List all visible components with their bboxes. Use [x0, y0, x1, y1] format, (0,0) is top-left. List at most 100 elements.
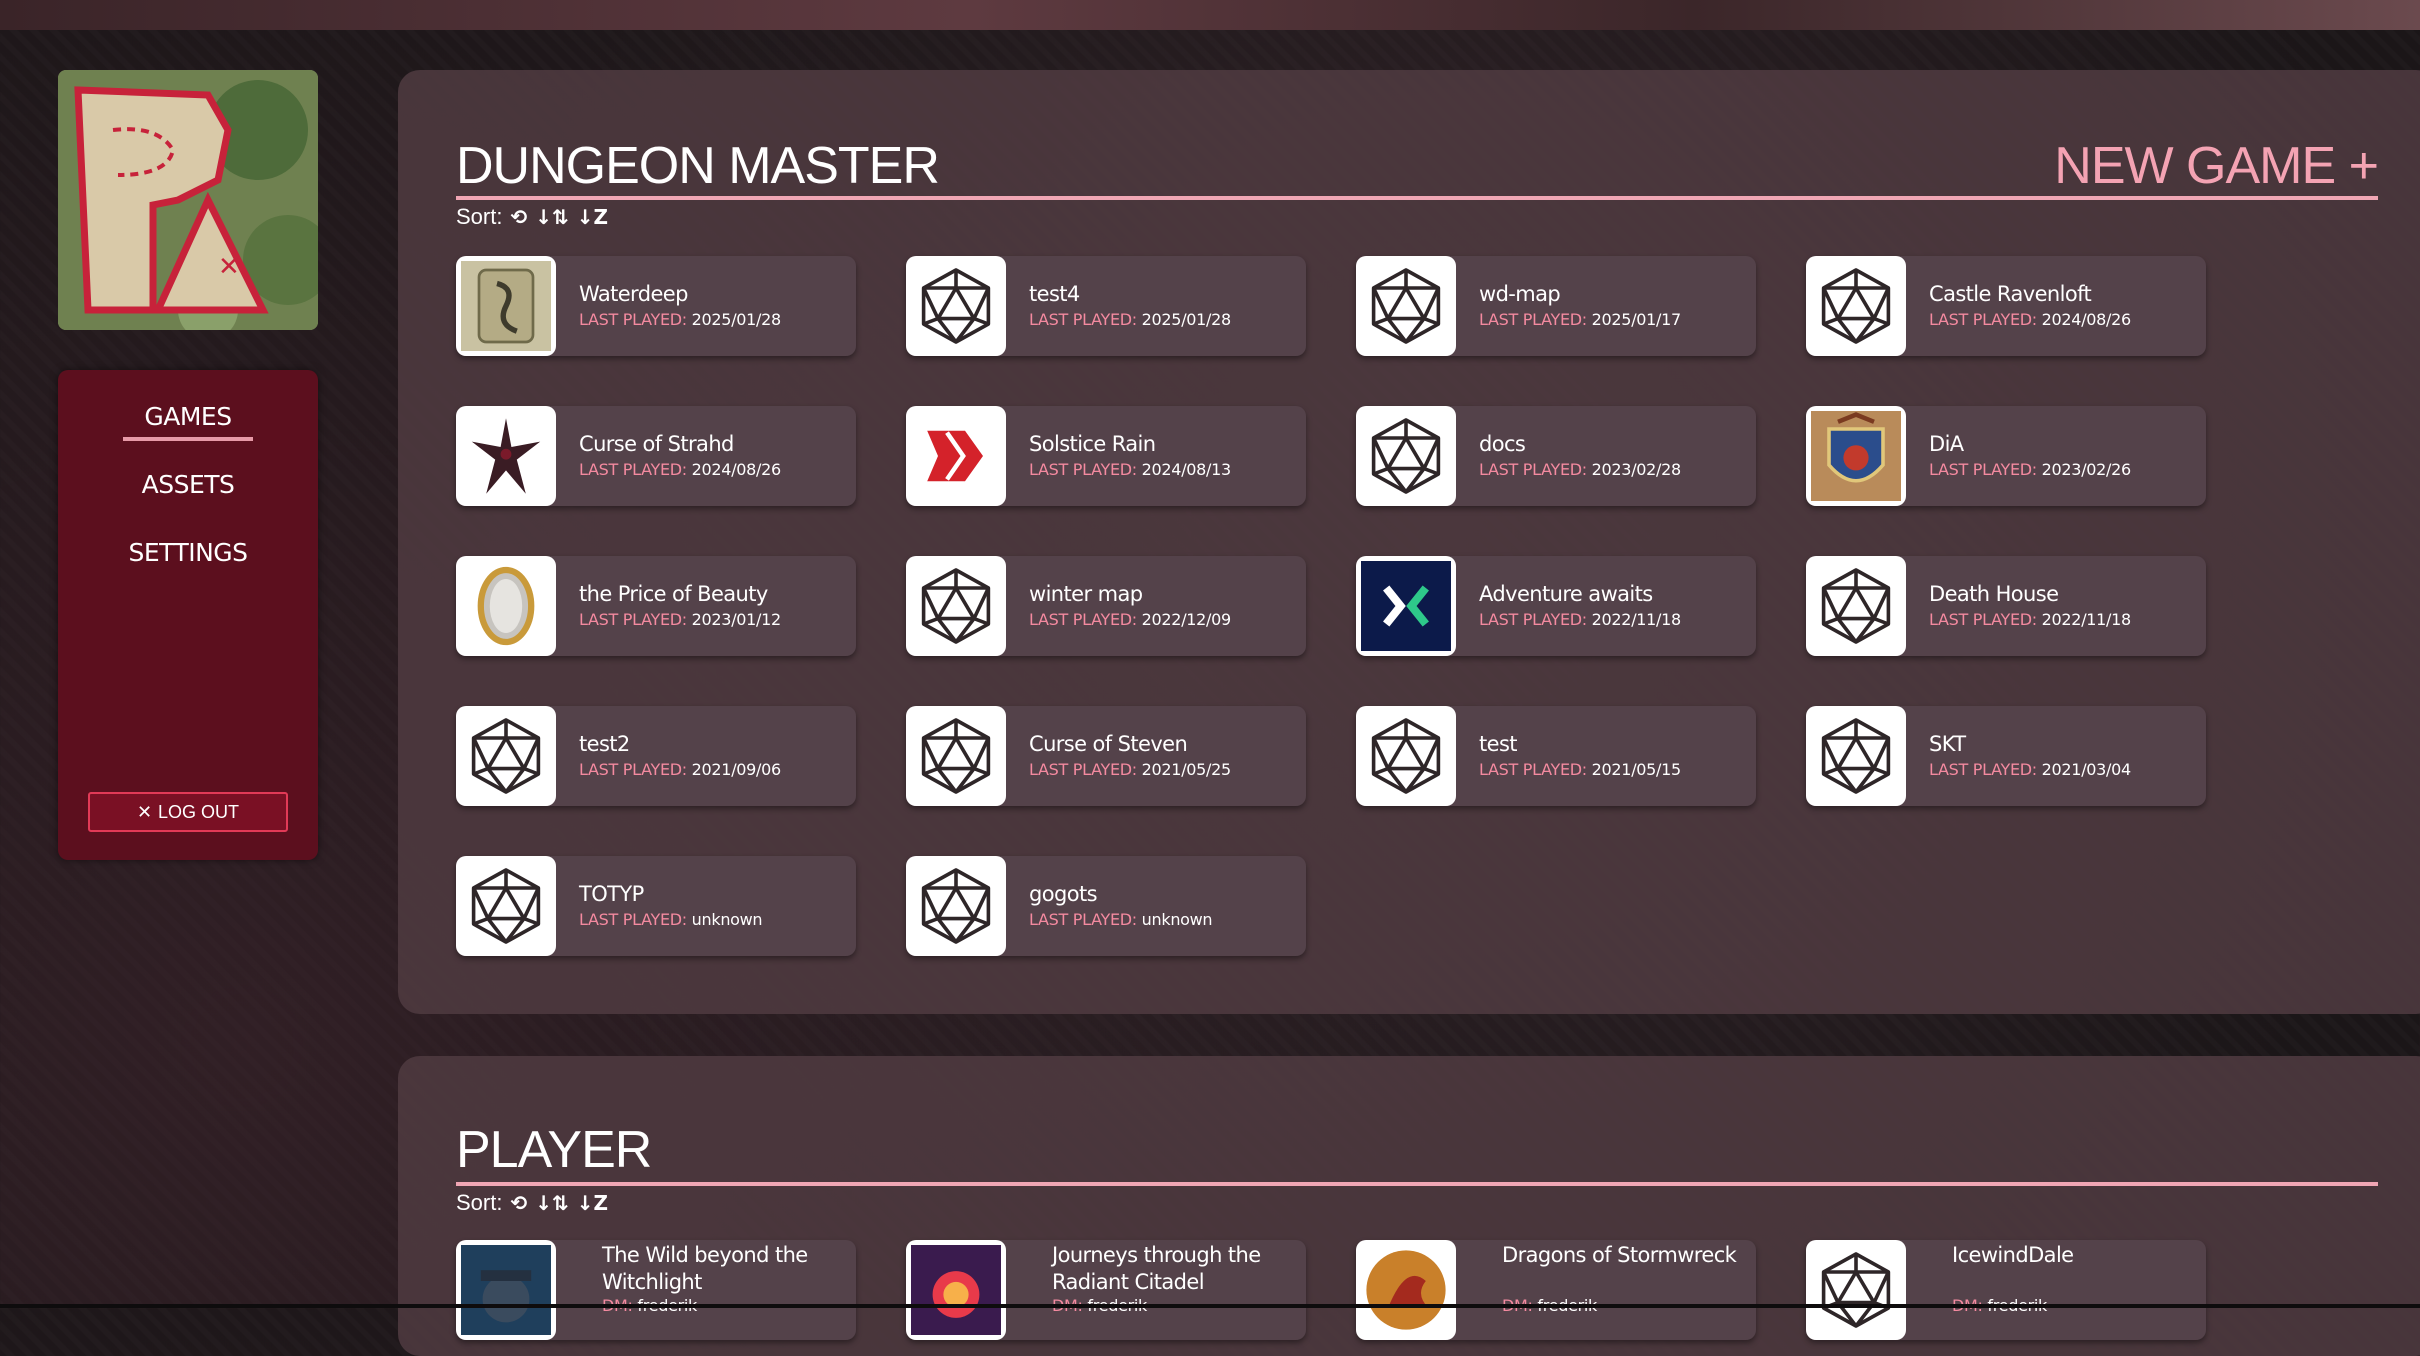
- player-game-card[interactable]: IcewindDaleDM: frederik: [1806, 1240, 2206, 1340]
- sort-numeric-icon[interactable]: ↓⇅: [535, 1191, 569, 1215]
- dm-game-card[interactable]: DiA LAST PLAYED: 2023/02/26: [1806, 406, 2206, 506]
- game-last-played: LAST PLAYED: 2021/03/04: [1929, 760, 2131, 779]
- last-played-value: 2023/01/12: [691, 610, 782, 629]
- dm-game-card[interactable]: Castle Ravenloft LAST PLAYED: 2024/08/26: [1806, 256, 2206, 356]
- game-name: winter map: [1029, 582, 1143, 606]
- game-name: IcewindDale: [1952, 1243, 2074, 1267]
- dm-game-card[interactable]: test2 LAST PLAYED: 2021/09/06: [456, 706, 856, 806]
- game-last-played: LAST PLAYED: unknown: [579, 910, 763, 929]
- game-name: Curse of Steven: [1029, 732, 1188, 756]
- last-played-label: LAST PLAYED:: [1479, 760, 1587, 779]
- d20-icon: [1806, 256, 1906, 356]
- dm-game-card[interactable]: Waterdeep LAST PLAYED: 2025/01/28: [456, 256, 856, 356]
- dm-sort-row: Sort: ⟲ ↓⇅ ↓Z: [456, 204, 608, 230]
- last-played-label: LAST PLAYED:: [579, 760, 687, 779]
- mirror-icon: [456, 556, 556, 656]
- game-last-played: LAST PLAYED: 2025/01/28: [579, 310, 781, 329]
- sort-alpha-icon[interactable]: ↓Z: [577, 205, 608, 229]
- sort-recent-icon[interactable]: ⟲: [510, 1191, 527, 1215]
- bottom-edge: [0, 1304, 2420, 1308]
- player-game-card[interactable]: Journeys through the Radiant CitadelDM: …: [906, 1240, 1306, 1340]
- player-panel: PLAYER Sort: ⟲ ↓⇅ ↓Z The Wild beyond the…: [398, 1056, 2420, 1356]
- last-played-value: 2022/12/09: [1141, 610, 1232, 629]
- sort-label: Sort:: [456, 1190, 503, 1215]
- dm-game-card[interactable]: Curse of Steven LAST PLAYED: 2021/05/25: [906, 706, 1306, 806]
- dm-game-card[interactable]: SKT LAST PLAYED: 2021/03/04: [1806, 706, 2206, 806]
- last-played-label: LAST PLAYED:: [1029, 610, 1137, 629]
- d20-icon: [906, 256, 1006, 356]
- d20-icon: [906, 706, 1006, 806]
- d20-icon: [1356, 256, 1456, 356]
- last-played-value: 2021/09/06: [691, 760, 782, 779]
- game-last-played: LAST PLAYED: 2022/11/18: [1479, 610, 1681, 629]
- last-played-label: LAST PLAYED:: [1479, 310, 1587, 329]
- game-last-played: LAST PLAYED: 2024/08/13: [1029, 460, 1231, 479]
- nav-item-games[interactable]: GAMES: [58, 402, 318, 441]
- game-last-played: LAST PLAYED: 2025/01/28: [1029, 310, 1231, 329]
- dm-game-card[interactable]: Solstice Rain LAST PLAYED: 2024/08/13: [906, 406, 1306, 506]
- game-last-played: LAST PLAYED: 2023/01/12: [579, 610, 781, 629]
- d20-icon: [906, 556, 1006, 656]
- player-game-card[interactable]: Dragons of StormwreckDM: frederik: [1356, 1240, 1756, 1340]
- dm-game-card[interactable]: Curse of Strahd LAST PLAYED: 2024/08/26: [456, 406, 856, 506]
- dm-game-card[interactable]: Adventure awaits LAST PLAYED: 2022/11/18: [1356, 556, 1756, 656]
- crest-icon: [1806, 406, 1906, 506]
- dm-title-underline: [456, 196, 2378, 200]
- dm-game-card[interactable]: gogots LAST PLAYED: unknown: [906, 856, 1306, 956]
- game-name: DiA: [1929, 432, 1964, 456]
- sort-alpha-icon[interactable]: ↓Z: [577, 1191, 608, 1215]
- game-name: Castle Ravenloft: [1929, 282, 2092, 306]
- game-name: SKT: [1929, 732, 1966, 756]
- game-name: Waterdeep: [579, 282, 688, 306]
- game-name: Solstice Rain: [1029, 432, 1156, 456]
- last-played-label: LAST PLAYED:: [579, 610, 687, 629]
- witchlight-art-icon: [456, 1240, 556, 1340]
- dm-section-title: DUNGEON MASTER: [456, 137, 940, 195]
- last-played-value: 2025/01/28: [691, 310, 782, 329]
- dm-game-card[interactable]: test LAST PLAYED: 2021/05/15: [1356, 706, 1756, 806]
- last-played-label: LAST PLAYED:: [1929, 760, 2037, 779]
- last-played-label: LAST PLAYED:: [1029, 760, 1137, 779]
- d20-icon: [906, 856, 1006, 956]
- sidebar-nav: GAMES ASSETS SETTINGS ✕ LOG OUT: [58, 370, 318, 860]
- sort-numeric-icon[interactable]: ↓⇅: [535, 205, 569, 229]
- last-played-label: LAST PLAYED:: [1029, 910, 1137, 929]
- sort-recent-icon[interactable]: ⟲: [510, 205, 527, 229]
- last-played-value: unknown: [1141, 910, 1213, 929]
- dm-game-card[interactable]: docs LAST PLAYED: 2023/02/28: [1356, 406, 1756, 506]
- game-last-played: LAST PLAYED: 2022/11/18: [1929, 610, 2131, 629]
- game-name: test4: [1029, 282, 1080, 306]
- game-name: TOTYP: [579, 882, 644, 906]
- game-name: test2: [579, 732, 630, 756]
- dragon-art-icon: [1356, 1240, 1456, 1340]
- dm-game-card[interactable]: TOTYP LAST PLAYED: unknown: [456, 856, 856, 956]
- dm-game-card[interactable]: the Price of Beauty LAST PLAYED: 2023/01/…: [456, 556, 856, 656]
- close-icon: ✕: [136, 801, 153, 822]
- last-played-value: 2021/03/04: [2041, 760, 2132, 779]
- dm-game-card[interactable]: Death House LAST PLAYED: 2022/11/18: [1806, 556, 2206, 656]
- last-played-label: LAST PLAYED:: [1029, 310, 1137, 329]
- player-title-underline: [456, 1182, 2378, 1186]
- game-name: the Price of Beauty: [579, 582, 768, 606]
- nav-item-assets[interactable]: ASSETS: [58, 470, 318, 499]
- new-game-button[interactable]: NEW GAME +: [2054, 136, 2379, 196]
- dm-game-card[interactable]: wd-map LAST PLAYED: 2025/01/17: [1356, 256, 1756, 356]
- game-name: gogots: [1029, 882, 1098, 906]
- player-game-card[interactable]: The Wild beyond the WitchlightDM: freder…: [456, 1240, 856, 1340]
- d20-icon: [1356, 406, 1456, 506]
- sort-label: Sort:: [456, 204, 503, 229]
- logout-label: LOG OUT: [158, 801, 240, 822]
- app-logo[interactable]: ✕: [58, 70, 318, 330]
- dm-game-card[interactable]: winter map LAST PLAYED: 2022/12/09: [906, 556, 1306, 656]
- d20-icon: [456, 706, 556, 806]
- nav-item-settings[interactable]: SETTINGS: [58, 538, 318, 567]
- d20-icon: [1356, 706, 1456, 806]
- player-sort-row: Sort: ⟲ ↓⇅ ↓Z: [456, 1190, 608, 1216]
- dm-game-card[interactable]: test4 LAST PLAYED: 2025/01/28: [906, 256, 1306, 356]
- last-played-label: LAST PLAYED:: [1479, 610, 1587, 629]
- last-played-label: LAST PLAYED:: [1929, 310, 2037, 329]
- game-name: Adventure awaits: [1479, 582, 1653, 606]
- last-played-value: 2023/02/26: [2041, 460, 2132, 479]
- game-last-played: LAST PLAYED: 2024/08/26: [1929, 310, 2131, 329]
- logout-button[interactable]: ✕ LOG OUT: [88, 792, 288, 832]
